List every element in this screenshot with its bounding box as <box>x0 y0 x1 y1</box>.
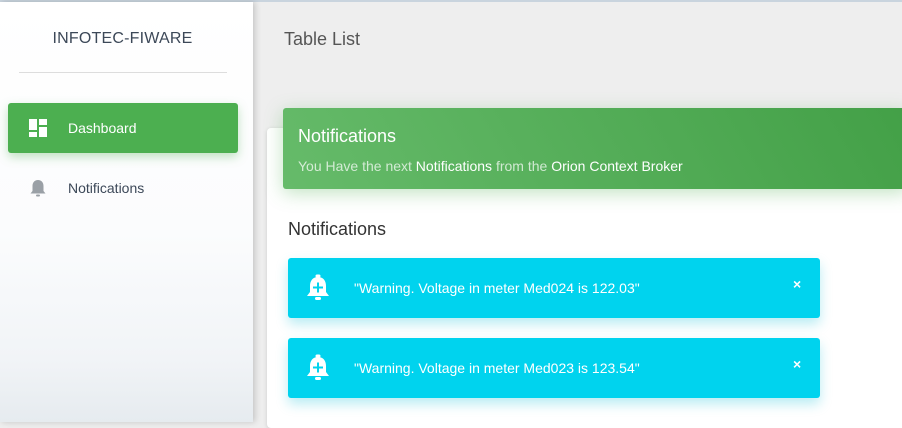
bell-plus-icon <box>305 274 331 302</box>
sidebar-item-dashboard[interactable]: Dashboard <box>8 103 238 153</box>
sidebar-item-label: Notifications <box>68 180 145 196</box>
section-title: Notifications <box>288 219 387 239</box>
subtitle-text: You Have the next <box>298 158 416 174</box>
card-subtitle: You Have the next Notifications from the… <box>298 158 683 174</box>
sidebar-item-notifications[interactable]: Notifications <box>8 163 238 213</box>
card-header: Notifications You Have the next Notifica… <box>283 108 902 189</box>
bell-icon <box>28 178 48 198</box>
brand-title[interactable]: INFOTEC-FIWARE <box>0 30 245 48</box>
notification-alert: "Warning. Voltage in meter Med023 is 123… <box>288 338 820 398</box>
bell-plus-icon <box>305 354 331 382</box>
card-title: Notifications <box>298 126 397 146</box>
dashboard-icon <box>28 118 48 138</box>
alert-message: "Warning. Voltage in meter Med023 is 123… <box>354 360 640 376</box>
subtitle-highlight: Notifications <box>415 158 493 174</box>
brand-divider <box>19 72 227 73</box>
close-icon[interactable]: × <box>793 357 801 371</box>
sidebar: INFOTEC-FIWARE Dashboard Notifications <box>0 2 253 422</box>
subtitle-text: from the <box>492 158 552 174</box>
close-icon[interactable]: × <box>793 277 801 291</box>
notification-alert: "Warning. Voltage in meter Med024 is 122… <box>288 258 820 318</box>
subtitle-highlight: Orion Context Broker <box>551 158 683 174</box>
sidebar-item-label: Dashboard <box>68 120 137 136</box>
alert-message: "Warning. Voltage in meter Med024 is 122… <box>354 280 640 296</box>
page-title[interactable]: Table List <box>284 29 360 50</box>
